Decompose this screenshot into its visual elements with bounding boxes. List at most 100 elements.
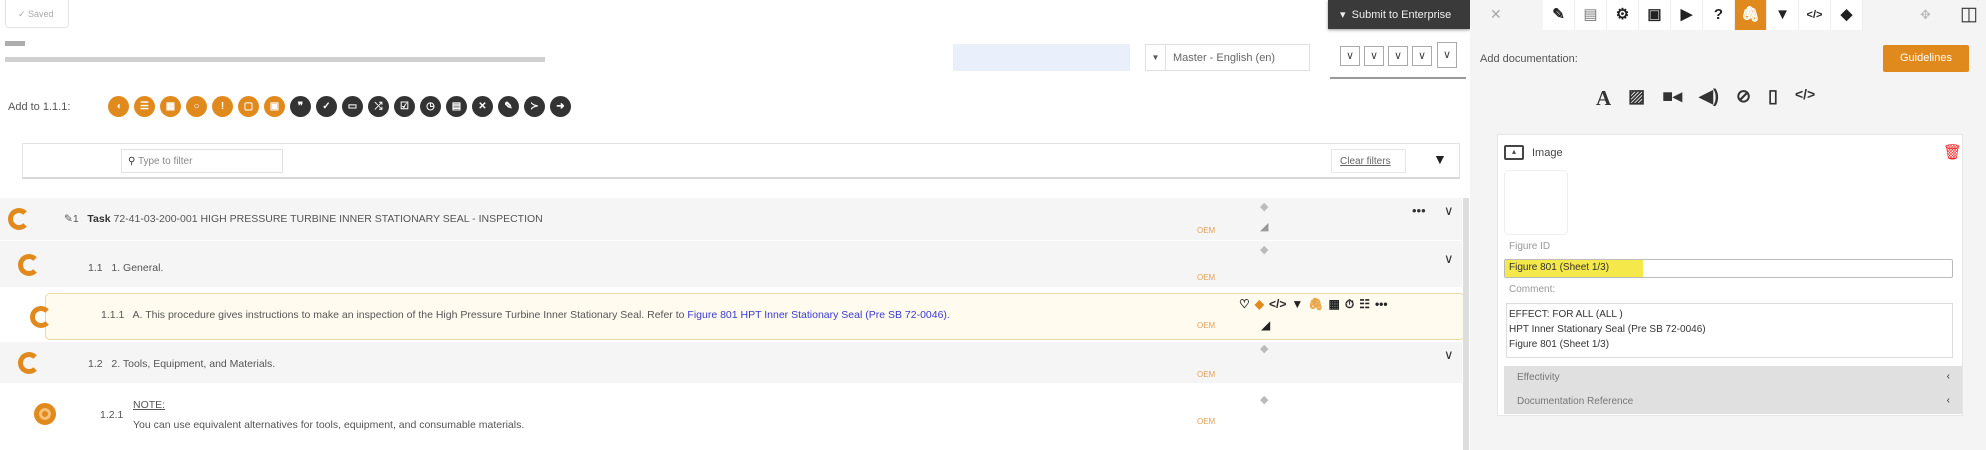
document-icon[interactable]: ▯ <box>1768 86 1778 111</box>
tag-icon[interactable]: ◆ <box>1255 297 1264 312</box>
code-icon[interactable]: </> <box>1795 86 1815 111</box>
figure-id-value: Figure 801 (Sheet 1/3) <box>1505 260 1643 277</box>
figure-link[interactable]: Figure 801 HPT Inner Stationary Seal (Pr… <box>687 309 949 321</box>
text-icon[interactable]: A <box>1596 86 1611 111</box>
chevron-down-icon[interactable]: ∨ <box>1444 203 1454 219</box>
more-icon[interactable]: ••• <box>1412 203 1426 218</box>
zoom-slider[interactable] <box>1330 77 1466 79</box>
guidelines-button[interactable]: Guidelines <box>1883 45 1969 72</box>
edit-icon[interactable]: ✎ <box>498 96 519 117</box>
comment-textarea[interactable]: EFFECT: FOR ALL (ALL ) HPT Inner Station… <box>1506 303 1953 358</box>
pencil-icon: ✎ <box>64 213 73 225</box>
task-row[interactable]: ✎1 Task 72-41-03-200-001 HIGH PRESSURE T… <box>0 198 1462 241</box>
video-icon[interactable]: ■◂ <box>1662 86 1682 111</box>
clipboard-icon[interactable]: ▤ <box>1575 0 1607 30</box>
applicability-icon: ◢ <box>1261 318 1271 332</box>
image-icon[interactable]: ▨ <box>1628 86 1645 111</box>
language-select[interactable]: ▼ Master - English (en) <box>1145 44 1310 71</box>
tag-icon[interactable]: ◆ <box>1260 200 1268 213</box>
filter-icon[interactable]: ▼ <box>1767 0 1799 30</box>
play-icon[interactable]: ▶ <box>1671 0 1703 30</box>
chevron-down-icon[interactable]: ∨ <box>1437 42 1457 68</box>
clear-filters-button[interactable]: Clear filters <box>1331 149 1406 173</box>
list-icon[interactable]: ☰ <box>134 96 155 117</box>
shuffle-icon[interactable]: ⤮ <box>368 96 389 117</box>
code-icon[interactable]: </> <box>1269 297 1286 312</box>
tag-icon[interactable]: ◆ <box>1260 342 1268 355</box>
chevron-down-icon[interactable]: ∨ <box>1412 46 1432 66</box>
note-row[interactable]: 1.2.1 NOTE: You can use equivalent alter… <box>0 385 1462 445</box>
oem-label: OEM <box>1197 370 1216 379</box>
pencil-icon[interactable]: ✎ <box>1543 0 1575 30</box>
checkbox-icon[interactable]: ☑ <box>394 96 415 117</box>
chevron-down-icon[interactable]: ∨ <box>1364 46 1384 66</box>
filter-icon[interactable]: ▼ <box>1433 151 1447 167</box>
tag-icon[interactable]: ◆ <box>1260 243 1268 256</box>
image-thumbnail[interactable] <box>1504 170 1568 235</box>
branch-icon[interactable]: ≻ <box>524 96 545 117</box>
code-icon[interactable]: </> <box>1799 0 1831 30</box>
step-bullet-icon[interactable] <box>18 352 40 374</box>
panel-toolbar: ✎ ▤ ⚙ ▣ ▶ ? 🖇 ▼ </> ◆ <box>1543 0 1863 30</box>
figure-id-input[interactable]: Figure 801 (Sheet 1/3) <box>1504 259 1953 278</box>
table-icon[interactable]: ▦ <box>160 96 181 117</box>
tools-icon[interactable]: ✕ <box>472 96 493 117</box>
window-icon[interactable]: ▣ <box>1639 0 1671 30</box>
caution-icon[interactable]: ▢ <box>238 96 259 117</box>
section-row[interactable]: 1.1 1. General. OEM ◆ ∨ <box>0 241 1462 288</box>
tags-icon[interactable]: ◆ <box>1831 0 1863 30</box>
circle-icon[interactable]: ○ <box>186 96 207 117</box>
grid-icon[interactable]: ▦ <box>1328 297 1339 312</box>
chevron-down-icon[interactable]: ∨ <box>1444 347 1454 363</box>
comment-label: Comment: <box>1509 284 1556 295</box>
note-icon[interactable]: ▣ <box>264 96 285 117</box>
input-icon[interactable]: ▭ <box>342 96 363 117</box>
filter-input[interactable]: ⚲ Type to filter <box>121 149 283 173</box>
help-icon[interactable]: ? <box>1703 0 1735 30</box>
location-icon[interactable]: ♡ <box>1239 297 1250 312</box>
more-icon[interactable]: ••• <box>1375 297 1388 312</box>
move-icon[interactable]: ✥ <box>1920 7 1931 23</box>
add-panel-icon[interactable]: ◫ <box>1960 3 1978 26</box>
documentation-reference-section[interactable]: Documentation Reference ‹ <box>1504 390 1962 414</box>
quote-icon[interactable]: ❞ <box>290 96 311 117</box>
scrollbar[interactable] <box>1463 198 1469 450</box>
calculator-icon[interactable]: ▤ <box>446 96 467 117</box>
row-number: 1.2.1 <box>100 409 124 421</box>
close-icon[interactable]: ✕ <box>1490 6 1502 23</box>
oem-label: OEM <box>1197 417 1216 426</box>
step-icon[interactable]: ◖ <box>108 96 129 117</box>
filter-icon[interactable]: ▼ <box>1291 297 1303 312</box>
arrow-right-icon[interactable]: ➜ <box>550 96 571 117</box>
row-text: ✎1 Task 72-41-03-200-001 HIGH PRESSURE T… <box>64 213 543 225</box>
row-title: 2. Tools, Equipment, and Materials. <box>111 358 276 370</box>
gear-icon[interactable]: ⚙ <box>1607 0 1639 30</box>
clock-icon[interactable]: ◷ <box>420 96 441 117</box>
image-icon: ▴ <box>1504 145 1524 160</box>
chevron-down-icon[interactable]: ∨ <box>1340 46 1360 66</box>
row-title: 1. General. <box>111 262 164 274</box>
submit-to-enterprise-button[interactable]: ▾ Submit to Enterprise <box>1328 0 1470 29</box>
chevron-down-icon[interactable]: ∨ <box>1444 251 1454 267</box>
compass-icon[interactable]: ⊘ <box>1736 86 1751 111</box>
checklist-icon[interactable]: ☷ <box>1359 297 1370 312</box>
step-bullet-icon[interactable] <box>8 208 30 230</box>
step-bullet-icon[interactable] <box>18 254 40 276</box>
chevron-down-icon[interactable]: ∨ <box>1388 46 1408 66</box>
check-cross-icon[interactable]: ✓ <box>316 96 337 117</box>
selected-step-row[interactable]: 1.1.1 A. This procedure gives instructio… <box>30 293 1465 340</box>
saved-button[interactable]: ✓ Saved <box>5 0 69 28</box>
oem-label: OEM <box>1197 321 1216 330</box>
timer-icon[interactable]: ⏱ <box>1345 297 1354 312</box>
section-row[interactable]: 1.2 2. Tools, Equipment, and Materials. … <box>0 342 1462 384</box>
trash-icon[interactable]: 🗑 <box>1943 143 1962 161</box>
note-bullet-icon[interactable] <box>34 403 56 425</box>
attachment-icon[interactable]: 🖇 <box>1308 297 1323 312</box>
attachment-icon[interactable]: 🖇 <box>1735 0 1767 30</box>
effectivity-section[interactable]: Effectivity ‹ <box>1504 366 1962 390</box>
audio-icon[interactable]: ◀) <box>1699 86 1719 111</box>
step-bullet-icon[interactable] <box>30 306 52 328</box>
tag-icon[interactable]: ◆ <box>1260 393 1268 406</box>
warning-icon[interactable]: ! <box>212 96 233 117</box>
search-input[interactable] <box>953 44 1130 71</box>
